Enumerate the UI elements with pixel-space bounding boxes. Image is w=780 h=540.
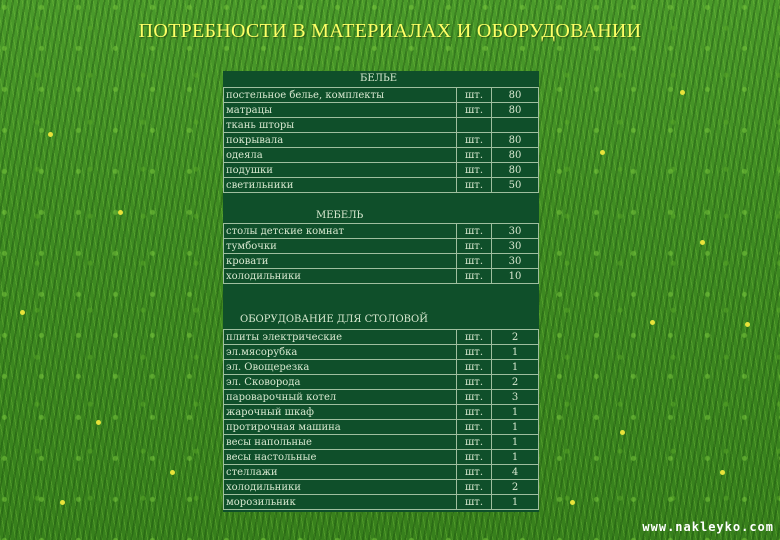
table-row: тумбочки шт. 30 (223, 238, 539, 254)
table-row: одеяла шт. 80 (223, 147, 539, 163)
table-furniture: столы детские комнат шт. 30 тумбочки шт. 30 … (223, 223, 539, 284)
watermark: www.nakleyko.com (642, 520, 774, 534)
table-row: кровати шт. 30 (223, 253, 539, 269)
table-linen: постельное белье, комплекты шт. 80 матрацы… (223, 87, 539, 193)
table-row: стеллажи шт. 4 (223, 464, 539, 480)
table-row: эл. Сковорода шт. 2 (223, 374, 539, 390)
table-row: жарочный шкаф шт. 1 (223, 404, 539, 420)
table-canteen: плиты электрические шт. 2 эл.мясорубка шт. 1… (223, 329, 539, 510)
table-row: морозильник шт. 1 (223, 494, 539, 510)
table-row: постельное белье, комплекты шт. 80 (223, 87, 539, 103)
table-row: весы настольные шт. 1 (223, 449, 539, 465)
table-row: покрывала шт. 80 (223, 132, 539, 148)
table-row: протирочная машина шт. 1 (223, 419, 539, 435)
page-title: ПОТРЕБНОСТИ В МАТЕРИАЛАХ И ОБОРУДОВАНИИ (138, 20, 642, 42)
table-row: весы напольные шт. 1 (223, 434, 539, 450)
table-row: плиты электрические шт. 2 (223, 329, 539, 345)
table-row: пароварочный котел шт. 3 (223, 389, 539, 405)
table-row: подушки шт. 80 (223, 162, 539, 178)
section-header-furniture: МЕБЕЛЬ (316, 210, 364, 221)
table-row: столы детские комнат шт. 30 (223, 223, 539, 239)
table-row: холодильники шт. 10 (223, 268, 539, 284)
table-row: холодильники шт. 2 (223, 479, 539, 495)
table-row: эл.мясорубка шт. 1 (223, 344, 539, 360)
table-row: эл. Овощерезка шт. 1 (223, 359, 539, 375)
table-row: ткань шторы (223, 117, 539, 133)
table-row: светильники шт. 50 (223, 177, 539, 193)
table-row: матрацы шт. 80 (223, 102, 539, 118)
section-header-linen: БЕЛЬЕ (360, 73, 398, 84)
section-header-canteen: ОБОРУДОВАНИЕ ДЛЯ СТОЛОВОЙ (240, 314, 428, 325)
